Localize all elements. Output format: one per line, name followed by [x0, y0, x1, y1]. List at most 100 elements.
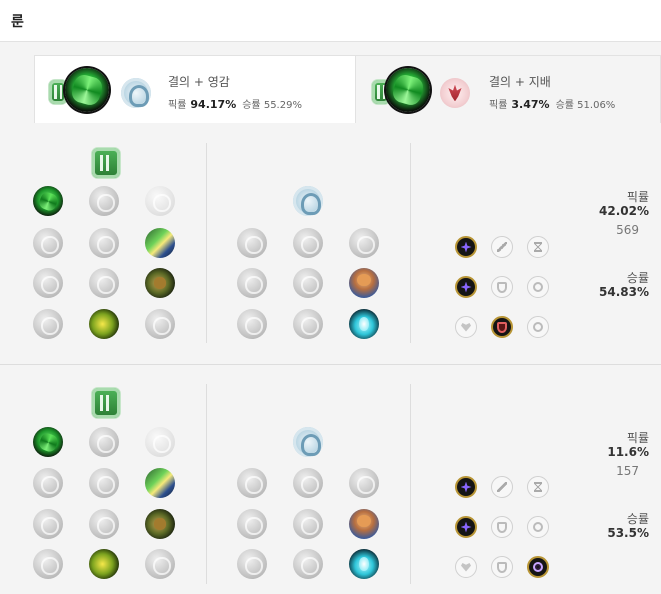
- magic-resist-shard-icon[interactable]: [527, 276, 549, 298]
- conditioning-icon[interactable]: [33, 268, 63, 298]
- futures-market-icon[interactable]: [237, 509, 267, 539]
- demolish-icon[interactable]: [33, 228, 63, 258]
- tab-title: 결의 + 지배: [489, 75, 551, 89]
- overgrowth-icon[interactable]: [33, 309, 63, 339]
- unflinching-icon[interactable]: [145, 309, 175, 339]
- cosmic-insight-icon[interactable]: [237, 309, 267, 339]
- rune-tabs: 결의 + 영감 픽률 94.17% 승률 55.29% 결의 + 지배 픽률 3.47…: [0, 42, 661, 124]
- inspiration-tree-icon: [293, 427, 323, 457]
- win-value: 51.06%: [577, 100, 616, 111]
- adaptive-force-shard-icon[interactable]: [455, 236, 477, 258]
- cosmic-insight-icon[interactable]: [237, 549, 267, 579]
- perfect-timing-icon[interactable]: [349, 468, 379, 498]
- revitalize-icon[interactable]: [89, 309, 119, 339]
- tab-stats: 픽률 94.17% 승률 55.29%: [168, 96, 302, 111]
- pick-value: 3.47%: [511, 98, 550, 111]
- column-divider: [410, 384, 411, 584]
- overgrowth-icon[interactable]: [33, 549, 63, 579]
- attack-speed-shard-icon[interactable]: [491, 236, 513, 258]
- ability-haste-shard-icon[interactable]: [527, 476, 549, 498]
- shield-bash-icon[interactable]: [145, 468, 175, 498]
- magic-resist-shard-icon[interactable]: [527, 316, 549, 338]
- grasp-keystone-icon: [386, 68, 430, 112]
- health-shard-icon[interactable]: [455, 316, 477, 338]
- win-rate-label: 승률: [626, 512, 649, 526]
- minion-dematerializer-icon[interactable]: [293, 268, 323, 298]
- font-of-life-icon[interactable]: [89, 228, 119, 258]
- hextech-flashtraption-icon[interactable]: [237, 228, 267, 258]
- bone-plating-icon[interactable]: [145, 509, 175, 539]
- biscuit-delivery-icon[interactable]: [349, 509, 379, 539]
- adaptive-force-shard-icon[interactable]: [455, 476, 477, 498]
- ability-haste-shard-icon[interactable]: [527, 236, 549, 258]
- pick-rate-value: 42.02%: [599, 204, 649, 218]
- font-of-life-icon[interactable]: [89, 468, 119, 498]
- armor-shard-icon[interactable]: [491, 276, 513, 298]
- bone-plating-icon[interactable]: [145, 268, 175, 298]
- second-wind-icon[interactable]: [89, 268, 119, 298]
- win-rate-value: 53.5%: [607, 526, 649, 540]
- revitalize-icon[interactable]: [89, 549, 119, 579]
- column-divider: [206, 384, 207, 584]
- time-warp-tonic-icon[interactable]: [349, 549, 379, 579]
- magical-footwear-icon[interactable]: [293, 468, 323, 498]
- column-divider: [206, 143, 207, 343]
- guardian-icon[interactable]: [145, 186, 175, 216]
- unflinching-icon[interactable]: [145, 549, 175, 579]
- magic-resist-shard-icon[interactable]: [527, 516, 549, 538]
- grasp-keystone-icon[interactable]: [33, 427, 63, 457]
- domination-tree-icon: [440, 78, 470, 108]
- approach-velocity-icon[interactable]: [293, 549, 323, 579]
- minion-dematerializer-icon[interactable]: [293, 509, 323, 539]
- inspiration-tree-icon: [293, 186, 323, 216]
- aftershock-icon[interactable]: [89, 427, 119, 457]
- pick-label: 픽률: [168, 100, 187, 111]
- health-shard-icon[interactable]: [455, 556, 477, 578]
- hextech-flashtraption-icon[interactable]: [237, 468, 267, 498]
- armor-shard-icon[interactable]: [491, 556, 513, 578]
- tab-resolve-inspiration[interactable]: 결의 + 영감 픽률 94.17% 승률 55.29%: [34, 55, 356, 123]
- adaptive-force-shard-icon[interactable]: [455, 276, 477, 298]
- win-rate-label: 승률: [626, 271, 649, 285]
- win-label: 승률: [242, 100, 261, 111]
- grasp-keystone-icon: [65, 68, 109, 112]
- grasp-keystone-icon[interactable]: [33, 186, 63, 216]
- futures-market-icon[interactable]: [237, 268, 267, 298]
- resolve-tree-icon: [92, 148, 120, 178]
- games-count: 569: [616, 223, 639, 237]
- shield-bash-icon[interactable]: [145, 228, 175, 258]
- magic-resist-shard-icon[interactable]: [527, 556, 549, 578]
- attack-speed-shard-icon[interactable]: [491, 476, 513, 498]
- win-label: 승률: [555, 100, 574, 111]
- inspiration-tree-icon: [121, 78, 151, 108]
- adaptive-force-shard-icon[interactable]: [455, 516, 477, 538]
- aftershock-icon[interactable]: [89, 186, 119, 216]
- pick-rate-label: 픽률: [626, 190, 649, 204]
- tab-resolve-domination[interactable]: 결의 + 지배 픽률 3.47% 승률 51.06%: [355, 55, 661, 123]
- column-divider: [410, 143, 411, 343]
- win-value: 55.29%: [263, 100, 302, 111]
- games-count: 157: [616, 464, 639, 478]
- pick-rate-label: 픽률: [626, 431, 649, 445]
- resolve-tree-icon: [92, 388, 120, 418]
- header-bar: 룬: [0, 0, 661, 42]
- demolish-icon[interactable]: [33, 468, 63, 498]
- armor-shard-icon[interactable]: [491, 316, 513, 338]
- approach-velocity-icon[interactable]: [293, 309, 323, 339]
- biscuit-delivery-icon[interactable]: [349, 268, 379, 298]
- magical-footwear-icon[interactable]: [293, 228, 323, 258]
- tab-stats: 픽률 3.47% 승률 51.06%: [489, 96, 615, 111]
- tab-title: 결의 + 영감: [168, 75, 230, 89]
- pick-rate-value: 11.6%: [607, 445, 649, 459]
- pick-value: 94.17%: [190, 98, 237, 111]
- second-wind-icon[interactable]: [89, 509, 119, 539]
- page-divider: [0, 364, 661, 365]
- pick-label: 픽률: [489, 100, 508, 111]
- armor-shard-icon[interactable]: [491, 516, 513, 538]
- win-rate-value: 54.83%: [599, 285, 649, 299]
- page-title: 룬: [11, 14, 24, 30]
- conditioning-icon[interactable]: [33, 509, 63, 539]
- perfect-timing-icon[interactable]: [349, 228, 379, 258]
- time-warp-tonic-icon[interactable]: [349, 309, 379, 339]
- guardian-icon[interactable]: [145, 427, 175, 457]
